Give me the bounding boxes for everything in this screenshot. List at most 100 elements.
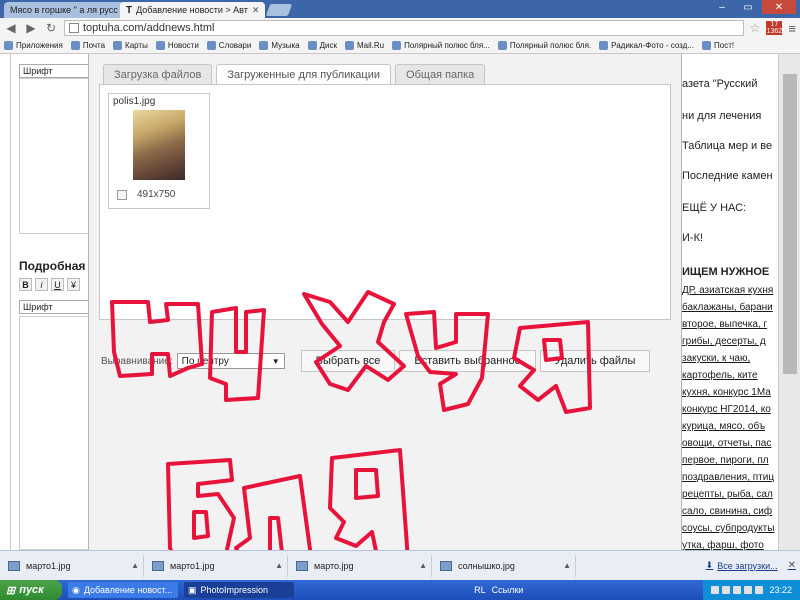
sidebar-link[interactable]: ни для лечения <box>682 110 761 122</box>
select-all-button[interactable]: Выбрать все <box>300 350 396 372</box>
forward-icon[interactable]: ▶ <box>24 21 38 35</box>
new-tab-button[interactable] <box>265 4 293 16</box>
tag-row: первое, пироги, пл <box>682 452 778 469</box>
bookmark-item[interactable]: Полярный полюс бля... <box>392 41 490 50</box>
tag-link[interactable]: утка, фарш, фото <box>682 540 764 550</box>
font-select[interactable]: Шрифт <box>19 64 99 78</box>
italic-button[interactable]: i <box>35 278 48 291</box>
special-button[interactable]: ¥ <box>67 278 80 291</box>
tag-row: грибы, десерты, д <box>682 333 778 350</box>
tag-link[interactable]: соусы, субпродукты <box>682 523 774 534</box>
tab-uploaded-for-publishing[interactable]: Загруженные для публикации <box>216 64 392 84</box>
tray-icon[interactable] <box>744 586 753 594</box>
windows-taskbar: ⊞ пуск ◉ Добавление новост... ▣ PhotoImp… <box>0 580 800 600</box>
tag-link[interactable]: закуски, к чаю, <box>682 353 750 364</box>
tray-icon[interactable] <box>711 586 720 594</box>
download-filename: солнышко.jpg <box>458 560 515 571</box>
bookmark-item[interactable]: Приложения <box>4 41 63 50</box>
sidebar-link[interactable]: азета "Русский <box>682 78 757 90</box>
full-text-area[interactable] <box>19 316 99 550</box>
file-thumbnail[interactable]: polis1.jpg 491x750 <box>108 93 210 209</box>
tab-shared-folder[interactable]: Общая папка <box>395 64 486 84</box>
download-item[interactable]: марто1.jpg ▲ <box>148 554 288 577</box>
file-checkbox[interactable] <box>117 190 127 200</box>
photo-thumbnail[interactable] <box>133 110 185 180</box>
sidebar-link[interactable]: Таблица мер и ве <box>682 140 772 152</box>
tray-icon[interactable] <box>722 586 731 594</box>
bookmark-star-icon[interactable]: ☆ <box>750 21 761 35</box>
bookmark-item[interactable]: Словари <box>206 41 251 50</box>
tag-link[interactable]: конкурс НГ2014, ко <box>682 404 771 415</box>
browser-tab-2[interactable]: T Добавление новости > Авт ✕ <box>120 2 265 18</box>
tag-link[interactable]: второе, выпечка, г <box>682 319 767 330</box>
back-icon[interactable]: ◀ <box>4 21 18 35</box>
scrollbar-thumb[interactable] <box>783 74 797 374</box>
sidebar-link[interactable]: И-К! <box>682 232 703 244</box>
insert-selected-button[interactable]: Вставить выбранное <box>399 350 536 372</box>
chevron-up-icon[interactable]: ▲ <box>419 561 427 570</box>
download-item[interactable]: марто1.jpg ▲ <box>4 554 144 577</box>
tag-link[interactable]: сало, свинина, сиф <box>682 506 772 517</box>
align-label: Выравнивание: <box>101 355 173 367</box>
language-indicator[interactable]: RL <box>474 585 486 595</box>
tag-row: картофель, ките <box>682 367 778 384</box>
bookmark-item[interactable]: Радикал-Фото - созд... <box>599 41 694 50</box>
start-button[interactable]: ⊞ пуск <box>0 580 62 600</box>
delete-files-button[interactable]: Удалить файлы <box>539 350 651 372</box>
align-select[interactable]: По центру ▼ <box>176 353 285 369</box>
page-icon <box>69 23 79 33</box>
tag-link[interactable]: баклажаны, барани <box>682 302 773 313</box>
volume-icon[interactable] <box>755 586 764 594</box>
tag-link[interactable]: ДР, азиатская кухня <box>682 285 773 296</box>
bookmark-item[interactable]: Музыка <box>259 41 300 50</box>
menu-icon[interactable]: ≡ <box>788 21 796 36</box>
bookmark-item[interactable]: Полярный полюс бля. <box>497 41 591 50</box>
close-icon[interactable]: ✕ <box>788 560 796 571</box>
close-icon[interactable]: ✕ <box>252 5 260 16</box>
browser-tab-1[interactable]: Мясо в горшке " а ля русс ✕ <box>4 2 134 18</box>
browser-toolbar: ◀ ▶ ↻ toptuha.com/addnews.html ☆ 17 1362… <box>0 18 800 38</box>
download-item[interactable]: солнышко.jpg ▲ <box>436 554 576 577</box>
maximize-icon[interactable]: ▭ <box>736 0 760 14</box>
bookmark-item[interactable]: Диск <box>307 41 337 50</box>
tray-icon[interactable] <box>733 586 742 594</box>
short-text-area[interactable] <box>19 78 99 234</box>
font-select[interactable]: Шрифт <box>19 300 99 314</box>
download-item[interactable]: марто.jpg ▲ <box>292 554 432 577</box>
tag-row: закуски, к чаю, <box>682 350 778 367</box>
tag-link[interactable]: грибы, десерты, д <box>682 336 766 347</box>
bookmark-item[interactable]: Mail.Ru <box>345 41 384 50</box>
bookmarks-bar: Приложения Почта Карты Новости Словари Музыка… <box>0 38 800 54</box>
links-toolbar[interactable]: Ссылки <box>492 585 524 595</box>
tag-link[interactable]: поздравления, птиц <box>682 472 774 483</box>
sidebar-link[interactable]: ЕЩЁ У НАС: <box>682 202 746 214</box>
tab-upload-files[interactable]: Загрузка файлов <box>103 64 213 84</box>
tag-link[interactable]: кухня, конкурс 1Ма <box>682 387 771 398</box>
chevron-up-icon[interactable]: ▲ <box>131 561 139 570</box>
taskbar-item-photoimpression[interactable]: ▣ PhotoImpression <box>184 582 294 598</box>
chevron-up-icon[interactable]: ▲ <box>563 561 571 570</box>
tag-row: рецепты, рыба, сал <box>682 486 778 503</box>
tag-link[interactable]: рецепты, рыба, сал <box>682 489 773 500</box>
bold-button[interactable]: B <box>19 278 32 291</box>
minimize-icon[interactable]: – <box>710 0 734 14</box>
tag-link[interactable]: картофель, ките <box>682 370 758 381</box>
taskbar-item-chrome[interactable]: ◉ Добавление новост... <box>68 582 178 598</box>
tag-link[interactable]: первое, пироги, пл <box>682 455 769 466</box>
tag-row: конкурс НГ2014, ко <box>682 401 778 418</box>
extension-badge[interactable]: 17 1362 <box>766 21 783 35</box>
bookmark-item[interactable]: Почта <box>70 41 105 50</box>
tag-link[interactable]: овощи, отчеты, пас <box>682 438 771 449</box>
tag-link[interactable]: курица, мясо, объ <box>682 421 765 432</box>
sidebar-link[interactable]: Последние камен <box>682 170 773 182</box>
address-bar[interactable]: toptuha.com/addnews.html <box>64 20 744 36</box>
reload-icon[interactable]: ↻ <box>44 21 58 35</box>
chevron-up-icon[interactable]: ▲ <box>275 561 283 570</box>
bookmark-item[interactable]: Новости <box>155 41 199 50</box>
underline-button[interactable]: U <box>51 278 64 291</box>
close-window-icon[interactable]: ✕ <box>762 0 796 14</box>
page-scrollbar[interactable] <box>778 54 800 550</box>
bookmark-item[interactable]: Карты <box>113 41 148 50</box>
bookmark-item[interactable]: Пост! <box>702 41 734 50</box>
all-downloads-link[interactable]: ⬇ Все загрузки... ✕ <box>706 560 796 571</box>
